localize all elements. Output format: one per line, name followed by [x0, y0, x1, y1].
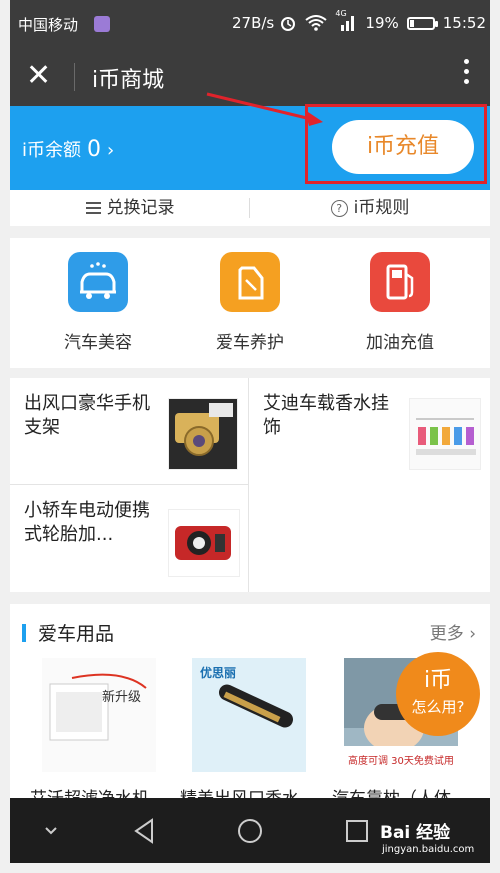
featured-grid: 出风口豪华手机支架 艾迪车载香水挂饰 小轿车电动便携式轮胎加...	[10, 378, 490, 592]
exchange-records-link[interactable]: 兑换记录	[10, 190, 250, 226]
recent-square-icon[interactable]	[340, 814, 374, 848]
question-icon: ?	[330, 199, 348, 217]
more-vertical-icon[interactable]	[464, 59, 470, 89]
title-divider	[74, 63, 75, 91]
featured-item[interactable]: 出风口豪华手机支架	[10, 378, 248, 484]
chevron-right-icon: ›	[107, 140, 115, 161]
carrier-name: 中国移动	[18, 16, 79, 34]
oil-can-icon	[220, 252, 280, 312]
status-right: 4G 19% 15:52	[279, 9, 486, 32]
product-image-caption: 优思丽	[200, 666, 237, 680]
category-grid: 汽车美容 爱车养护 加油充值	[10, 238, 490, 368]
app-screen: 中国移动 27B/s 4G 19% 15:52 ✕ i币商城 i币余额 0 › i币…	[0, 0, 500, 873]
category-label: 加油充值	[366, 333, 434, 353]
home-circle-icon[interactable]	[233, 814, 267, 848]
product-image-vent-perfume[interactable]: 优思丽	[192, 658, 306, 772]
rules-link[interactable]: ? i币规则	[250, 190, 490, 226]
wifi-icon	[305, 15, 328, 31]
balance-label: i币余额	[22, 140, 82, 161]
signal-icon: 4G	[335, 9, 357, 31]
help-badge[interactable]: i币 怎么用?	[396, 652, 480, 736]
fuel-pump-icon	[370, 252, 430, 312]
category-maintenance[interactable]: 爱车养护	[190, 252, 310, 353]
chevron-down-icon[interactable]	[34, 814, 68, 848]
records-rules-row: 兑换记录 ? i币规则	[10, 190, 490, 226]
more-label: 更多	[429, 624, 464, 644]
clock: 15:52	[442, 14, 486, 32]
product-image-water-purifier[interactable]: 新升级	[42, 658, 156, 772]
product-name: 小轿车电动便携式轮胎加...	[24, 500, 150, 545]
product-name: 出风口豪华手机支架	[24, 393, 150, 438]
category-car-wash[interactable]: 汽车美容	[38, 252, 158, 353]
car-wash-icon	[68, 252, 128, 312]
category-label: 爱车养护	[216, 333, 284, 353]
help-badge-line1: i币	[423, 668, 453, 693]
battery-percent: 19%	[365, 14, 399, 32]
featured-item[interactable]: 艾迪车载香水挂饰	[249, 378, 490, 484]
product-image-caption: 高度可调 30天免费试用	[348, 756, 454, 767]
category-label: 汽车美容	[64, 333, 132, 353]
featured-item[interactable]: 小轿车电动便携式轮胎加...	[10, 485, 248, 592]
alarm-icon	[281, 17, 296, 31]
watermark: Bai 经验 jingyan.baidu.com	[380, 818, 474, 855]
chevron-right-icon: ›	[463, 624, 476, 644]
sim-icon	[94, 16, 110, 32]
network-speed: 27B/s	[232, 14, 275, 32]
page-title: i币商城	[92, 68, 165, 93]
car-perfume-image	[409, 398, 481, 470]
tire-inflator-image	[168, 509, 240, 577]
close-icon[interactable]: ✕	[26, 58, 51, 94]
watermark-url: jingyan.baidu.com	[382, 844, 475, 855]
back-triangle-icon[interactable]	[128, 814, 162, 848]
highlight-box	[305, 104, 487, 184]
section-title: 爱车用品	[38, 623, 115, 645]
watermark-brand: Bai 经验	[380, 823, 451, 843]
product-name: 艾迪车载香水挂饰	[263, 393, 389, 438]
category-fuel-topup[interactable]: 加油充值	[340, 252, 460, 353]
help-badge-line2: 怎么用?	[411, 698, 465, 716]
balance-amount: 0	[87, 137, 102, 162]
more-link[interactable]: 更多 ›	[430, 619, 476, 644]
list-icon	[85, 199, 101, 217]
status-bar: 中国移动 27B/s 4G 19% 15:52	[0, 0, 500, 48]
phone-holder-image	[168, 398, 238, 470]
exchange-records-label: 兑换记录	[106, 198, 175, 218]
rules-label: i币规则	[353, 198, 410, 218]
product-image-caption: 新升级	[102, 690, 142, 705]
battery-icon	[406, 16, 438, 30]
balance-label-row[interactable]: i币余额 0 ›	[22, 136, 114, 162]
annotation-arrow	[206, 92, 323, 126]
section-accent-bar	[22, 624, 26, 642]
